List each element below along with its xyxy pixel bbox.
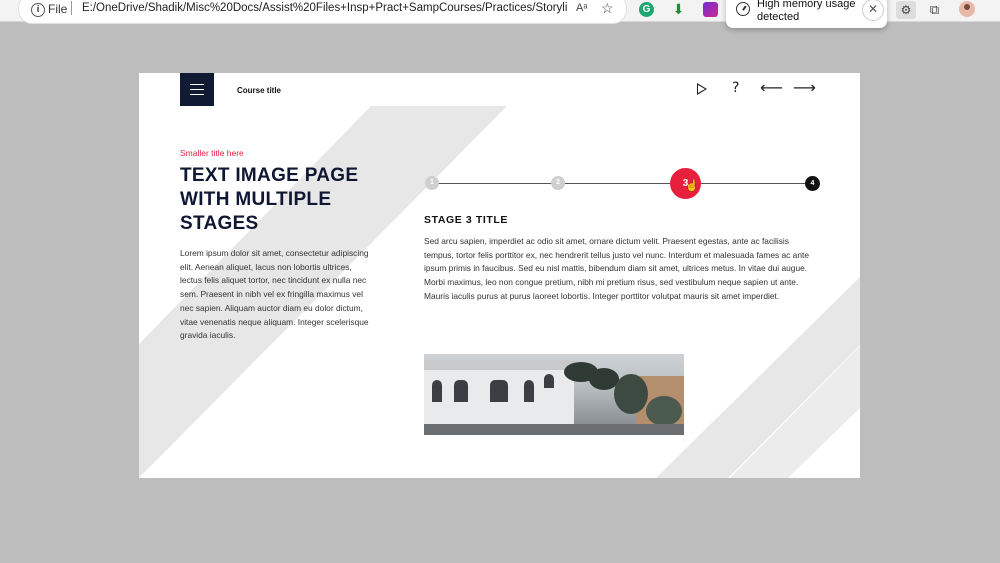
hamburger-icon-line	[190, 89, 204, 91]
read-aloud-icon[interactable]: Aᵃ	[576, 2, 587, 14]
url-separator	[71, 1, 72, 15]
favorite-icon[interactable]: ☆	[601, 0, 614, 17]
window-shape	[454, 380, 468, 402]
palm-tree	[614, 374, 648, 414]
url-text[interactable]: E:/OneDrive/Shadik/Misc%20Docs/Assist%20…	[82, 2, 568, 14]
play-icon[interactable]	[697, 83, 707, 95]
window-shape	[432, 380, 442, 402]
next-arrow-icon[interactable]: ⟶	[793, 78, 816, 97]
palm-tree	[646, 396, 682, 426]
info-icon[interactable]: i	[31, 3, 45, 17]
hamburger-icon-line	[190, 94, 204, 96]
course-slide: Course title ? ⟵ ⟶ Smaller title here TE…	[139, 73, 860, 478]
grammarly-extension-icon[interactable]: G	[639, 2, 654, 17]
course-title: Course title	[237, 86, 282, 95]
building-photo	[424, 354, 684, 435]
close-icon[interactable]: ✕	[862, 0, 884, 21]
roof-shape	[424, 360, 574, 370]
hand-cursor-icon: ☝	[685, 180, 699, 192]
stage-step-1[interactable]: 1	[425, 176, 439, 190]
prev-arrow-icon[interactable]: ⟵	[760, 78, 783, 97]
left-body-text: Lorem ipsum dolor sit amet, consectetur …	[180, 248, 369, 341]
puzzle-extensions-icon[interactable]: ⧉	[927, 2, 942, 17]
window-shape	[544, 374, 554, 388]
hamburger-icon	[190, 84, 204, 86]
gauge-icon	[736, 2, 750, 16]
extension-manager-icon[interactable]: ⚙	[896, 1, 916, 19]
download-extension-icon[interactable]: ⬇	[671, 2, 686, 17]
memory-notification: High memory usage detected ✕	[726, 0, 887, 28]
file-label: File	[48, 2, 68, 16]
ground	[424, 424, 684, 435]
stage-step-2[interactable]: 2	[551, 176, 565, 190]
stage-step-4[interactable]: 4	[805, 176, 820, 191]
small-title: Smaller title here	[180, 148, 244, 158]
notification-text: High memory usage detected	[757, 0, 856, 23]
help-icon[interactable]: ?	[732, 80, 739, 96]
page-title: TEXT IMAGE PAGE WITH MULTIPLE STAGES	[180, 165, 359, 234]
window-shape	[490, 380, 508, 402]
menu-button[interactable]	[180, 73, 214, 106]
profile-avatar[interactable]	[959, 1, 975, 17]
stage-title: STAGE 3 TITLE	[424, 214, 509, 226]
window-shape	[524, 380, 534, 402]
extension-icon[interactable]	[703, 2, 718, 17]
stage-body-text: Sed arcu sapien, imperdiet ac odio sit a…	[424, 236, 809, 301]
stage-track	[432, 183, 812, 184]
